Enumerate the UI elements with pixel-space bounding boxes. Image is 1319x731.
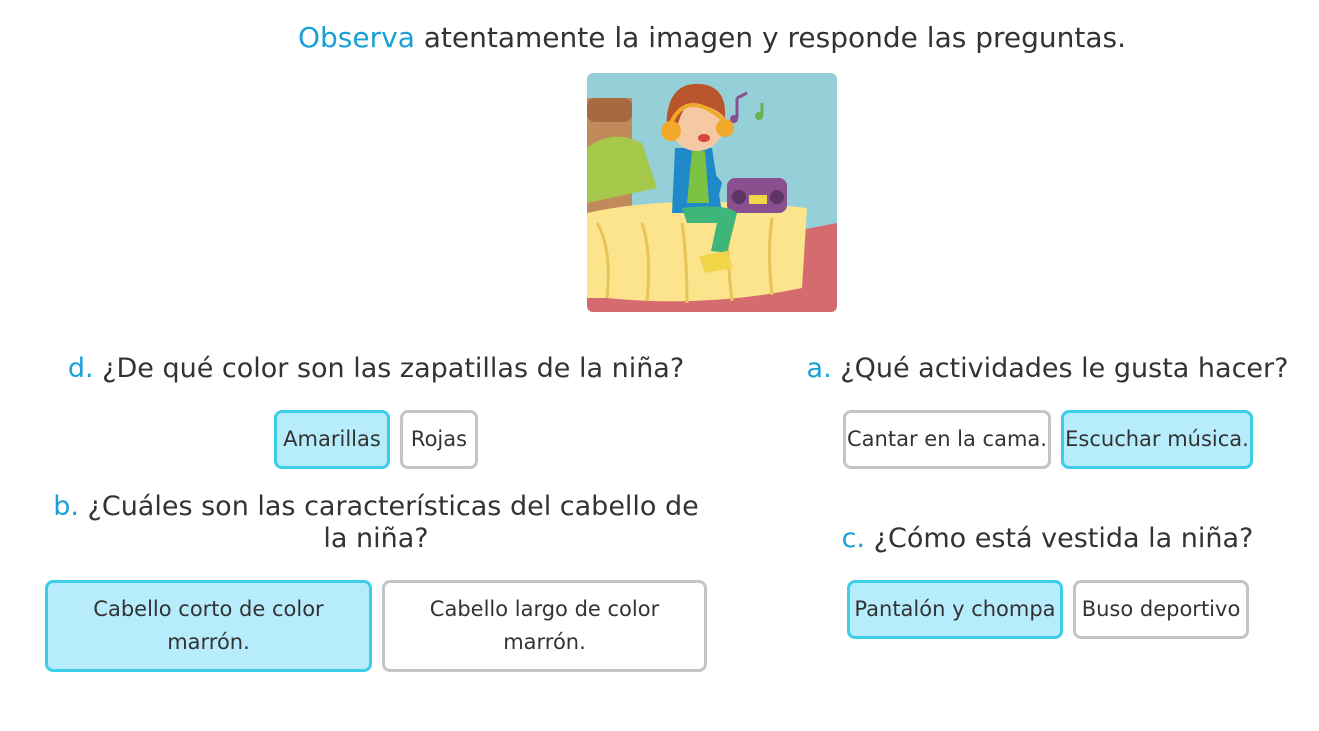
question-a: a. ¿Qué actividades le gusta hacer? (805, 353, 1290, 385)
question-d-letter: d. (67, 353, 94, 384)
option-rojas[interactable]: Rojas (400, 410, 478, 469)
option-buso-deportivo[interactable]: Buso deportivo (1073, 580, 1249, 639)
option-cabello-largo[interactable]: Cabello largo de color marrón. (382, 580, 707, 672)
girl-listening-music-illustration (587, 73, 837, 312)
question-c: c. ¿Cómo está vestida la niña? (805, 523, 1290, 555)
option-cantar-en-la-cama[interactable]: Cantar en la cama. (843, 410, 1051, 469)
question-b: b. ¿Cuáles son las características del c… (50, 491, 702, 555)
question-b-text: ¿Cuáles son las características del cabe… (78, 491, 699, 554)
instruction-text: Observa atentamente la imagen y responde… (0, 18, 1319, 58)
option-cabello-corto[interactable]: Cabello corto de color marrón. (45, 580, 372, 672)
option-amarillas[interactable]: Amarillas (274, 410, 390, 469)
question-b-letter: b. (53, 491, 79, 522)
question-c-text: ¿Cómo está vestida la niña? (865, 523, 1254, 554)
question-a-text: ¿Qué actividades le gusta hacer? (831, 353, 1289, 384)
question-d: d. ¿De qué color son las zapatillas de l… (60, 353, 692, 385)
option-escuchar-musica[interactable]: Escuchar música. (1061, 410, 1253, 469)
instruction-highlight: Observa (297, 21, 415, 54)
option-pantalon-y-chompa[interactable]: Pantalón y chompa (847, 580, 1063, 639)
question-a-letter: a. (806, 353, 832, 384)
question-d-text: ¿De qué color son las zapatillas de la n… (93, 353, 685, 384)
question-c-letter: c. (841, 523, 866, 554)
illustration-svg (587, 73, 837, 312)
instruction-rest: atentamente la imagen y responde las pre… (414, 21, 1127, 54)
